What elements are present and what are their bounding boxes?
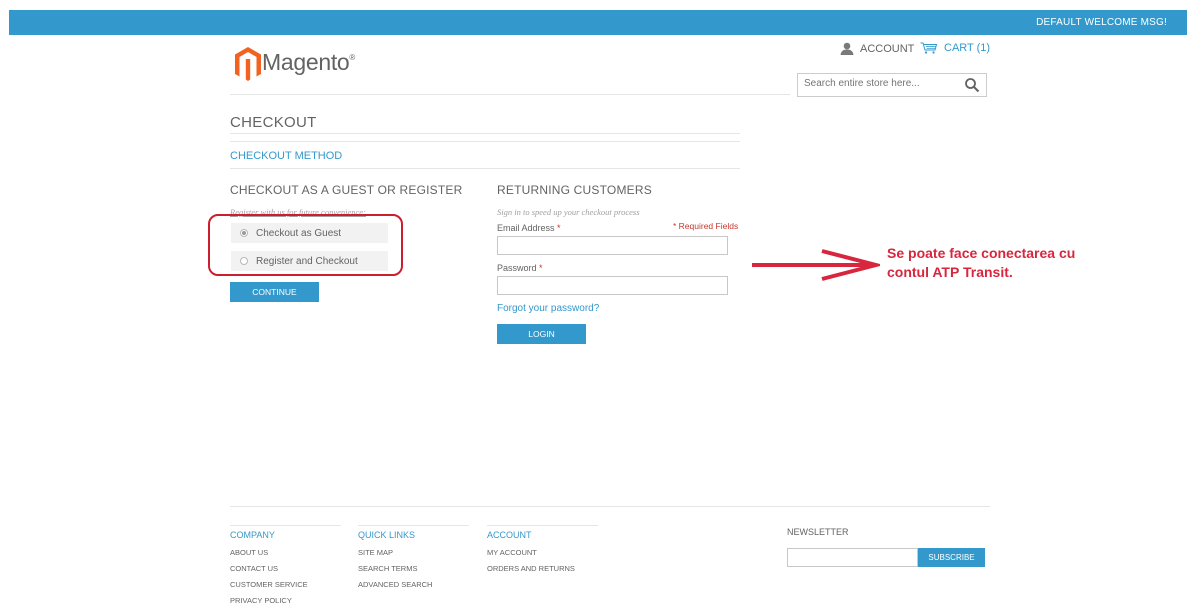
page-title: CHECKOUT: [230, 114, 317, 131]
footer-link-advanced-search[interactable]: ADVANCED SEARCH: [358, 580, 432, 589]
header-divider: [230, 94, 790, 95]
guest-heading: CHECKOUT AS A GUEST OR REGISTER: [230, 183, 463, 197]
continue-button[interactable]: CONTINUE: [230, 282, 319, 302]
arrow-right-icon: [752, 249, 880, 281]
title-divider: [230, 133, 740, 134]
cart-icon: [920, 42, 938, 54]
footer-column-line: [230, 525, 341, 526]
email-label-text: Email Address: [497, 223, 555, 233]
footer-link-search-terms[interactable]: SEARCH TERMS: [358, 564, 417, 573]
cart-link[interactable]: CART (1): [920, 42, 990, 54]
password-field[interactable]: [497, 276, 728, 295]
search-icon[interactable]: [964, 77, 980, 93]
logo-text[interactable]: Magento®: [262, 49, 355, 76]
email-field[interactable]: [497, 236, 728, 255]
password-input[interactable]: [498, 277, 727, 294]
footer-link-orders-and-returns[interactable]: ORDERS AND RETURNS: [487, 564, 575, 573]
footer-link-about-us[interactable]: ABOUT US: [230, 548, 268, 557]
footer-title-company: COMPANY: [230, 530, 275, 540]
title-divider: [230, 141, 740, 142]
footer-divider: [230, 506, 990, 507]
footer-link-contact-us[interactable]: CONTACT US: [230, 564, 278, 573]
annotation-highlight-box: [208, 214, 403, 276]
newsletter-email-input[interactable]: [787, 548, 918, 567]
cart-label: CART (1): [944, 42, 991, 54]
top-bar: DEFAULT WELCOME MSG!: [9, 10, 1187, 35]
footer-link-site-map[interactable]: SITE MAP: [358, 548, 393, 557]
email-label: Email Address *: [497, 223, 561, 233]
account-label: ACCOUNT: [860, 42, 915, 55]
footer-link-privacy-policy[interactable]: PRIVACY POLICY: [230, 596, 292, 605]
forgot-password-link[interactable]: Forgot your password?: [497, 303, 599, 314]
required-fields-note: * Required Fields: [673, 221, 739, 231]
account-link[interactable]: ACCOUNT: [840, 42, 914, 55]
welcome-message: DEFAULT WELCOME MSG!: [1036, 17, 1167, 28]
subscribe-button[interactable]: SUBSCRIBE: [918, 548, 985, 567]
password-label-text: Password: [497, 263, 537, 273]
step-checkout-method[interactable]: CHECKOUT METHOD: [230, 150, 342, 162]
returning-heading: RETURNING CUSTOMERS: [497, 183, 652, 197]
logo-wordmark: Magento: [262, 49, 350, 75]
login-button[interactable]: LOGIN: [497, 324, 586, 344]
annotation-line-1: Se poate face conectarea cu: [887, 245, 1076, 261]
user-icon: [840, 42, 854, 55]
logo-registered-mark: ®: [349, 53, 356, 62]
newsletter-title: NEWSLETTER: [787, 527, 849, 537]
required-star: *: [557, 223, 561, 233]
search-box: [797, 73, 987, 97]
email-input[interactable]: [498, 237, 727, 254]
footer-column-line: [487, 525, 598, 526]
annotation-line-2: contul ATP Transit.: [887, 264, 1013, 280]
search-input[interactable]: [804, 78, 954, 89]
password-label: Password *: [497, 263, 543, 273]
footer-link-customer-service[interactable]: CUSTOMER SERVICE: [230, 580, 308, 589]
footer-title-quick-links: QUICK LINKS: [358, 530, 416, 540]
footer-link-my-account[interactable]: MY ACCOUNT: [487, 548, 537, 557]
step-divider: [230, 168, 740, 169]
footer-title-account: ACCOUNT: [487, 530, 532, 540]
required-star: *: [539, 263, 543, 273]
footer-column-line: [358, 525, 469, 526]
returning-subtitle: Sign in to speed up your checkout proces…: [497, 207, 640, 217]
annotation-text: Se poate face conectarea cu contul ATP T…: [887, 244, 1147, 282]
